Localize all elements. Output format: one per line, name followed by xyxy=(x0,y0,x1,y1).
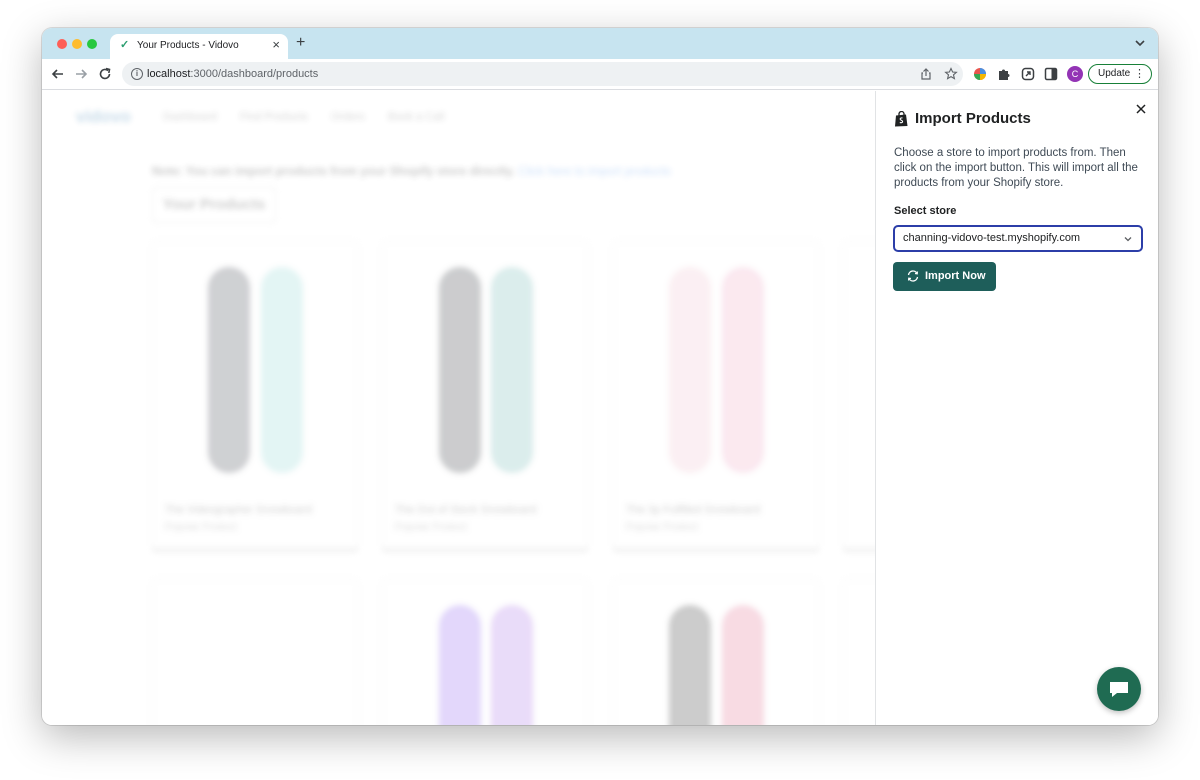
import-products-panel: Import Products Choose a store to import… xyxy=(875,91,1158,725)
select-store-label: Select store xyxy=(894,205,957,217)
address-bar[interactable]: i localhost:3000/dashboard/products xyxy=(122,62,963,86)
modal-backdrop[interactable] xyxy=(42,91,875,725)
sync-extension-icon[interactable] xyxy=(1020,66,1036,82)
site-info-icon[interactable]: i xyxy=(131,68,143,80)
new-tab-button[interactable]: + xyxy=(296,35,305,51)
browser-window: ✓ Your Products - Vidovo × + i localhost… xyxy=(42,28,1158,725)
reload-icon[interactable] xyxy=(97,66,113,82)
url-text[interactable]: localhost:3000/dashboard/products xyxy=(147,68,318,80)
update-label: Update xyxy=(1098,68,1131,79)
browser-tab[interactable]: ✓ Your Products - Vidovo × xyxy=(110,34,288,59)
browser-menu-icon[interactable]: ⋮ xyxy=(1134,65,1145,83)
forward-arrow-icon[interactable] xyxy=(73,66,89,82)
page-viewport: vidovo Dashboard Find Products Orders Bo… xyxy=(42,91,1158,725)
panel-description: Choose a store to import products from. … xyxy=(894,147,1138,189)
refresh-icon xyxy=(907,270,919,282)
bookmark-star-icon[interactable] xyxy=(944,67,958,81)
minimize-window-button[interactable] xyxy=(72,39,82,49)
profile-avatar[interactable]: C xyxy=(1067,66,1083,82)
side-panel-icon[interactable] xyxy=(1043,66,1059,82)
import-now-button[interactable]: Import Now xyxy=(893,262,996,291)
chat-bubble-icon xyxy=(1110,682,1128,697)
close-window-button[interactable] xyxy=(57,39,67,49)
maximize-window-button[interactable] xyxy=(87,39,97,49)
puzzle-extensions-icon[interactable] xyxy=(996,66,1012,82)
chevron-down-icon xyxy=(1124,237,1132,242)
close-icon[interactable] xyxy=(1135,103,1147,115)
store-select[interactable]: channing-vidovo-test.myshopify.com xyxy=(893,225,1143,252)
address-toolbar: i localhost:3000/dashboard/products C Up… xyxy=(42,59,1158,90)
tab-close-icon[interactable]: × xyxy=(272,38,280,52)
tab-search-chevron-icon[interactable] xyxy=(1134,37,1146,49)
shopify-bag-icon xyxy=(895,111,908,127)
chat-button[interactable] xyxy=(1097,667,1141,711)
tab-title: Your Products - Vidovo xyxy=(137,40,239,51)
share-icon[interactable] xyxy=(919,67,933,81)
selected-store-value: channing-vidovo-test.myshopify.com xyxy=(903,232,1081,244)
tab-strip: ✓ Your Products - Vidovo × + xyxy=(42,28,1158,59)
panel-title: Import Products xyxy=(915,110,1031,127)
favicon-check-icon: ✓ xyxy=(120,39,130,51)
import-now-label: Import Now xyxy=(925,270,986,282)
update-button[interactable]: Update ⋮ xyxy=(1088,64,1152,84)
color-extension-icon[interactable] xyxy=(972,66,988,82)
back-arrow-icon[interactable] xyxy=(50,66,66,82)
